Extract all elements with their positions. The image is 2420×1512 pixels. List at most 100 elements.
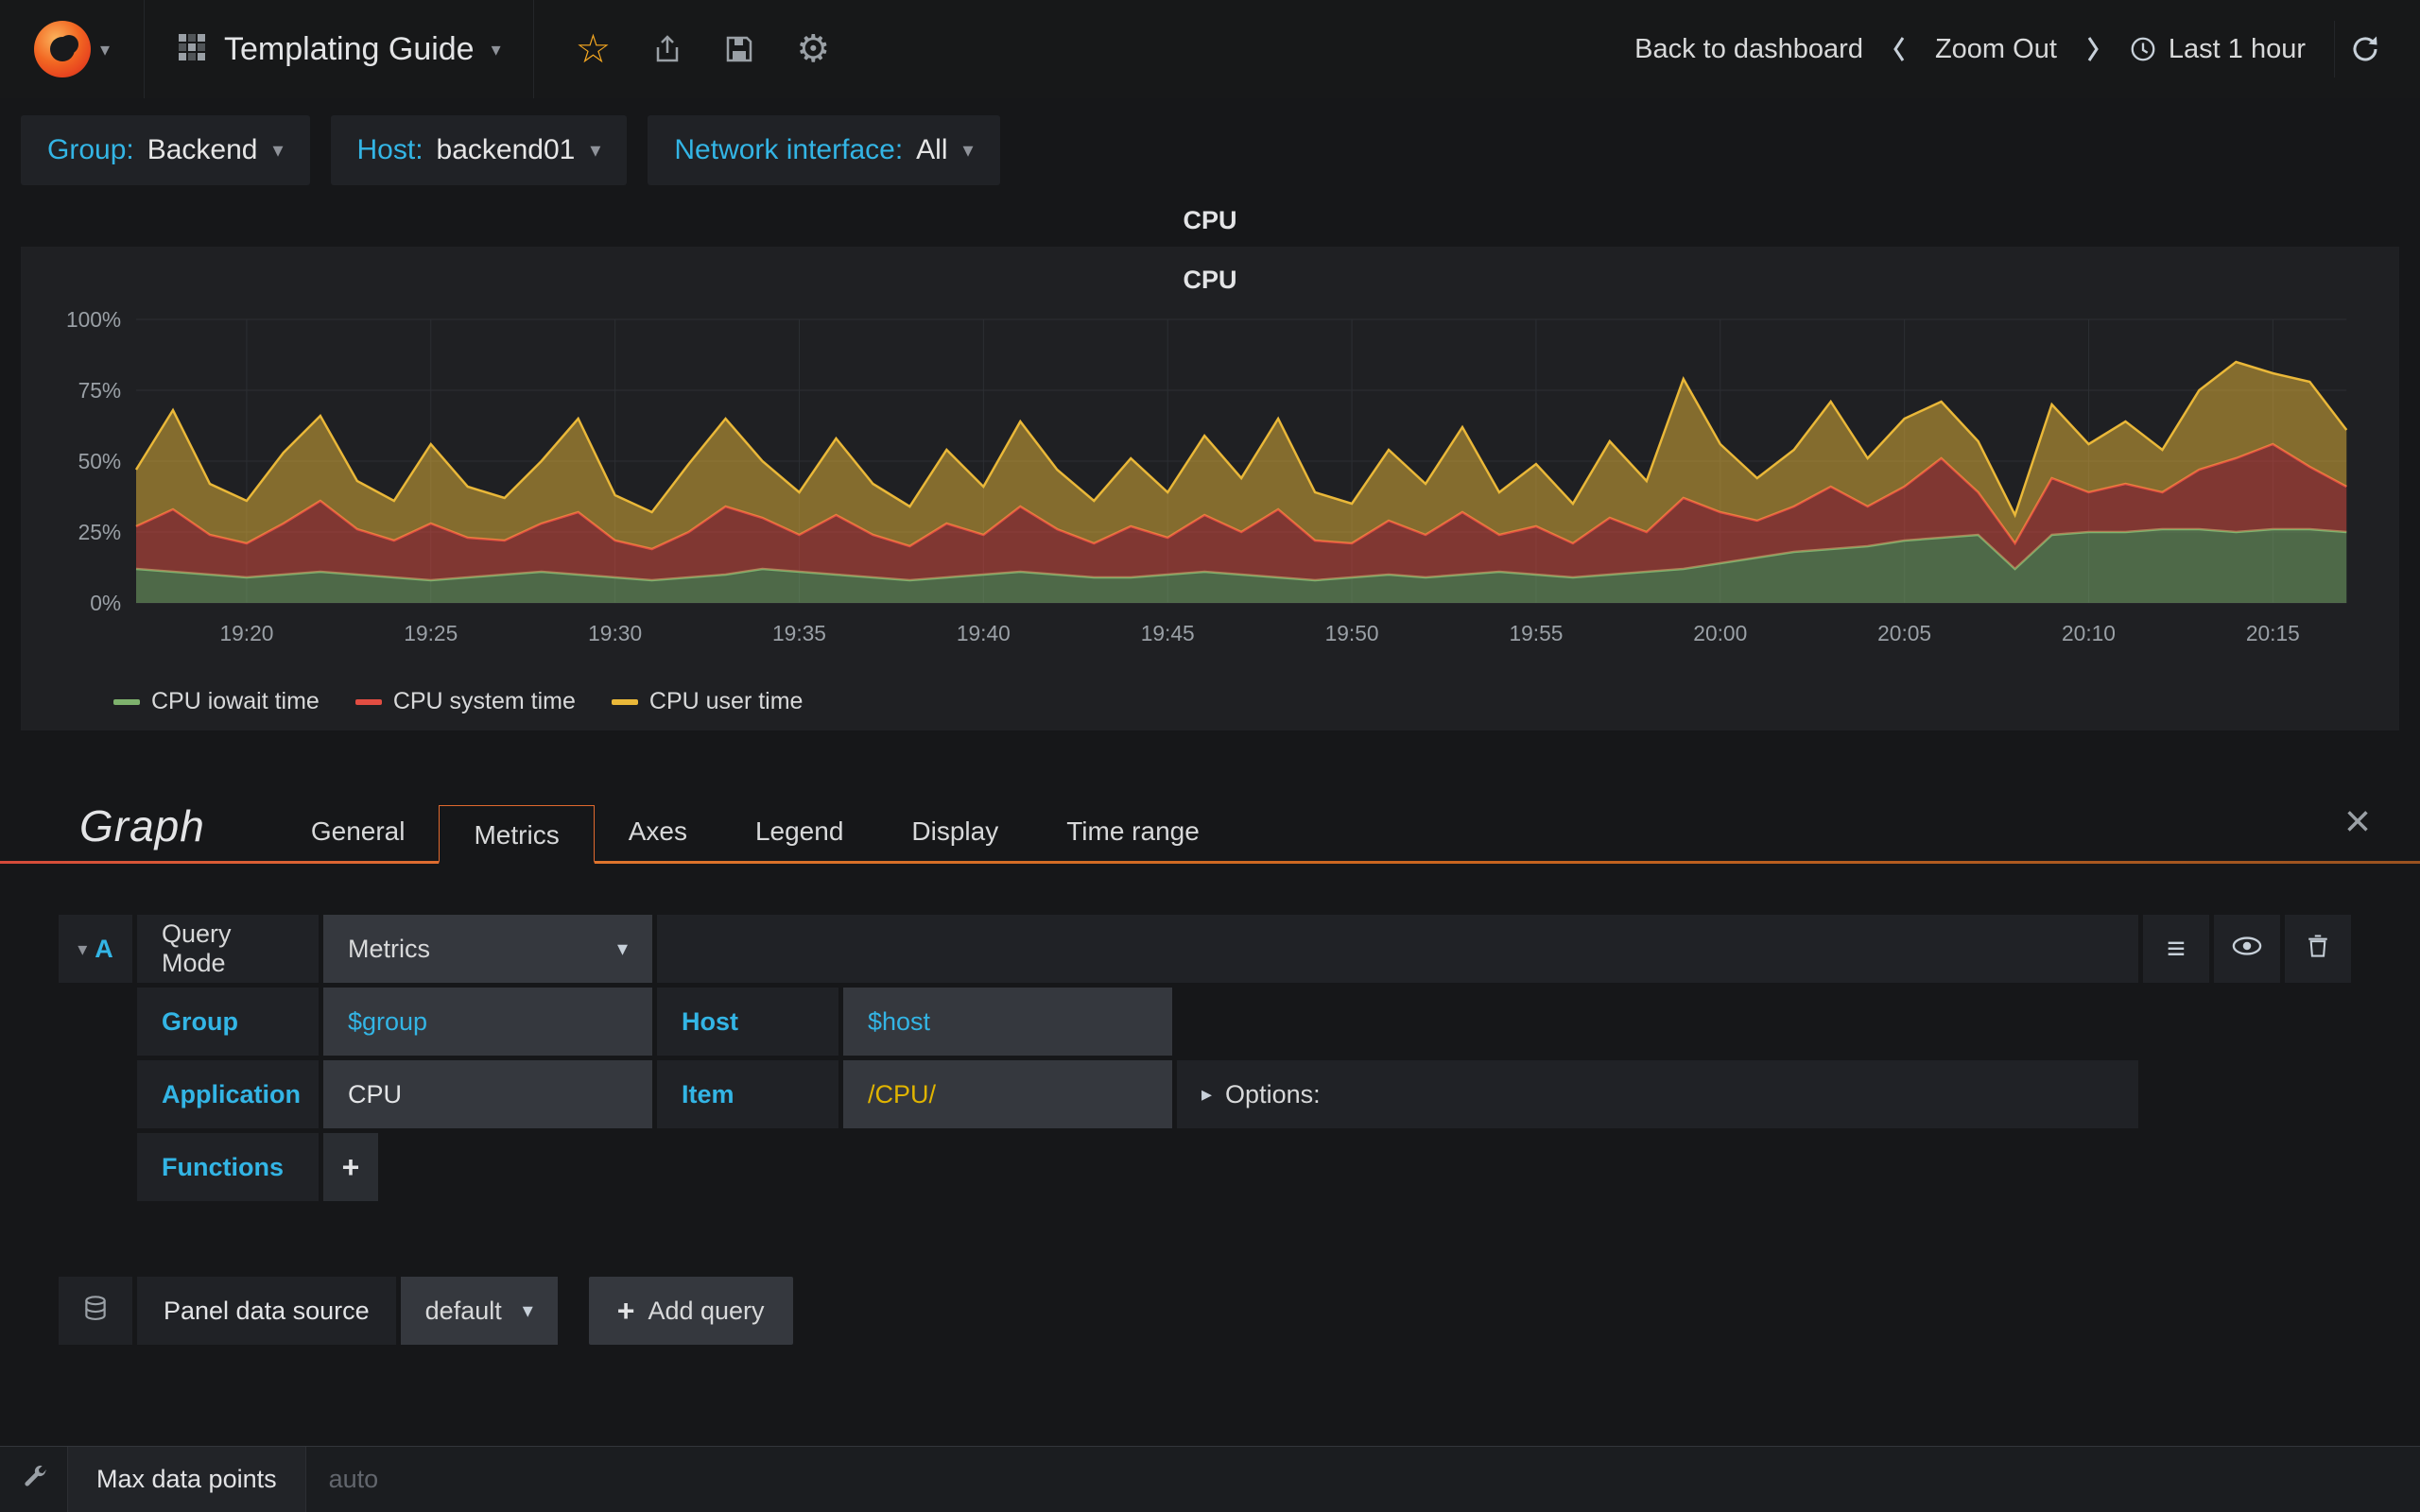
cpu-usage-chart[interactable]: 0% 25% 50% 75% 100% 19:20 19:25 19:30 19:35 19:40… [47,302,2373,680]
query-ref-letter: A [95,934,113,963]
svg-text:50%: 50% [78,449,122,473]
dashboard-grid-icon [177,32,207,67]
navbar: ▾ Templating Guide ▾ ☆ ⚙ Back to dashboa… [0,0,2420,98]
svg-text:19:25: 19:25 [404,621,458,645]
legend-item-system[interactable]: CPU system time [354,688,576,715]
tab-time-range[interactable]: Time range [1032,802,1234,861]
variable-network-interface[interactable]: Network interface: All ▾ [648,115,1000,185]
datasource-row: Panel data source default ▾ + Add query [0,1277,2420,1345]
svg-text:0%: 0% [90,591,121,615]
svg-text:19:55: 19:55 [1509,621,1563,645]
svg-text:20:05: 20:05 [1877,621,1931,645]
legend-item-iowait[interactable]: CPU iowait time [113,688,320,715]
grafana-main-menu[interactable]: ▾ [0,0,144,98]
navbar-right: Back to dashboard Zoom Out Last 1 hour [1634,0,2420,98]
item-input[interactable]: /CPU/ [843,1060,1172,1128]
close-icon[interactable]: × [2295,799,2420,845]
gear-icon[interactable]: ⚙ [796,30,830,68]
query-mode-dropdown[interactable]: Metrics ▾ [323,915,652,983]
variable-value: Backend [147,134,258,165]
wrench-icon-cell [0,1447,68,1512]
dashboard-title: Templating Guide [224,30,475,67]
chevron-right-icon: ▸ [1201,1082,1213,1106]
svg-text:20:15: 20:15 [2246,621,2300,645]
grafana-logo-icon [33,21,91,77]
chevron-right-icon[interactable] [2085,36,2100,62]
tab-metrics[interactable]: Metrics [439,805,595,864]
max-data-points-input[interactable]: auto [306,1447,458,1512]
panel-header-title[interactable]: CPU [0,206,2420,235]
chart-title: CPU [1183,266,1237,294]
tab-display[interactable]: Display [877,802,1032,861]
query-toggle-visibility-button[interactable] [2214,915,2280,983]
chart-legend: CPU iowait time CPU system time CPU user… [47,680,2373,721]
trash-icon [2306,933,2330,966]
tab-general[interactable]: General [277,802,440,861]
legend-label: CPU iowait time [151,688,320,714]
chevron-down-icon: ▾ [522,1298,533,1322]
query-row-filler [657,915,2138,983]
svg-text:100%: 100% [66,307,121,332]
time-range-label: Last 1 hour [2168,33,2306,64]
svg-text:25%: 25% [78,520,122,544]
panel-datasource-label: Panel data source [137,1277,396,1345]
chevron-down-icon: ▾ [491,39,501,60]
chevron-down-icon: ▾ [78,938,88,960]
wrench-icon [20,1463,48,1496]
variable-label: Network interface: [674,134,904,165]
editor-header: Graph General Metrics Axes Legend Displa… [0,783,2420,864]
add-function-button[interactable]: + [323,1133,378,1201]
svg-text:19:45: 19:45 [1141,621,1195,645]
chevron-left-icon[interactable] [1892,36,1907,62]
refresh-icon[interactable] [2334,21,2380,77]
time-picker[interactable]: Last 1 hour [2129,34,2306,65]
item-label: Item [657,1060,838,1128]
host-label: Host [657,988,838,1056]
add-query-button[interactable]: + Add query [588,1277,793,1345]
svg-text:19:40: 19:40 [957,621,1011,645]
query-row-functions: Functions + [59,1133,2351,1201]
svg-text:19:50: 19:50 [1325,621,1379,645]
group-input[interactable]: $group [323,988,652,1056]
cpu-panel: CPU 0% 25% 50% 75% 100% 19:20 19:25 19:30 19:35 1… [21,247,2399,730]
dashboard-picker[interactable]: Templating Guide ▾ [144,0,534,98]
star-icon[interactable]: ☆ [576,29,612,69]
chevron-down-icon: ▾ [99,39,111,60]
query-row-application-item: Application CPU Item /CPU/ ▸ Options: [59,1060,2351,1128]
legend-swatch-icon [611,698,638,705]
query-mode-value: Metrics [348,934,430,963]
group-label: Group [137,988,319,1056]
variable-value: backend01 [436,134,576,165]
variable-host[interactable]: Host: backend01 ▾ [330,115,628,185]
options-label: Options: [1225,1079,1321,1108]
legend-item-user[interactable]: CPU user time [611,688,804,715]
query-row-mode: ▾ A Query Mode Metrics ▾ ≡ [59,915,2351,983]
add-query-label: Add query [648,1296,765,1325]
datasource-dropdown[interactable]: default ▾ [400,1277,558,1345]
svg-text:20:10: 20:10 [2062,621,2116,645]
application-input[interactable]: CPU [323,1060,652,1128]
tab-axes[interactable]: Axes [595,802,721,861]
query-delete-button[interactable] [2285,915,2351,983]
options-toggle[interactable]: ▸ Options: [1177,1060,2138,1128]
row-indent [59,1060,132,1128]
host-input[interactable]: $host [843,988,1172,1056]
hamburger-icon: ≡ [2167,930,2186,967]
back-to-dashboard-button[interactable]: Back to dashboard [1634,34,1863,65]
variable-group[interactable]: Group: Backend ▾ [21,115,310,185]
plus-icon: + [616,1293,635,1328]
query-collapse-toggle[interactable]: ▾ A [59,915,132,983]
row-indent [59,1133,132,1201]
chevron-down-icon: ▾ [616,936,628,960]
share-icon[interactable] [652,34,683,64]
max-data-points-label: Max data points [68,1447,306,1512]
save-icon[interactable] [724,34,754,64]
functions-label: Functions [137,1133,319,1201]
zoom-out-button[interactable]: Zoom Out [1935,34,2057,65]
tab-legend[interactable]: Legend [721,802,877,861]
variable-value: All [916,134,948,165]
datasource-value: default [424,1296,502,1325]
editor-tabs: General Metrics Axes Legend Display Time… [277,802,1234,864]
legend-label: CPU user time [648,688,804,714]
query-menu-button[interactable]: ≡ [2143,915,2209,983]
